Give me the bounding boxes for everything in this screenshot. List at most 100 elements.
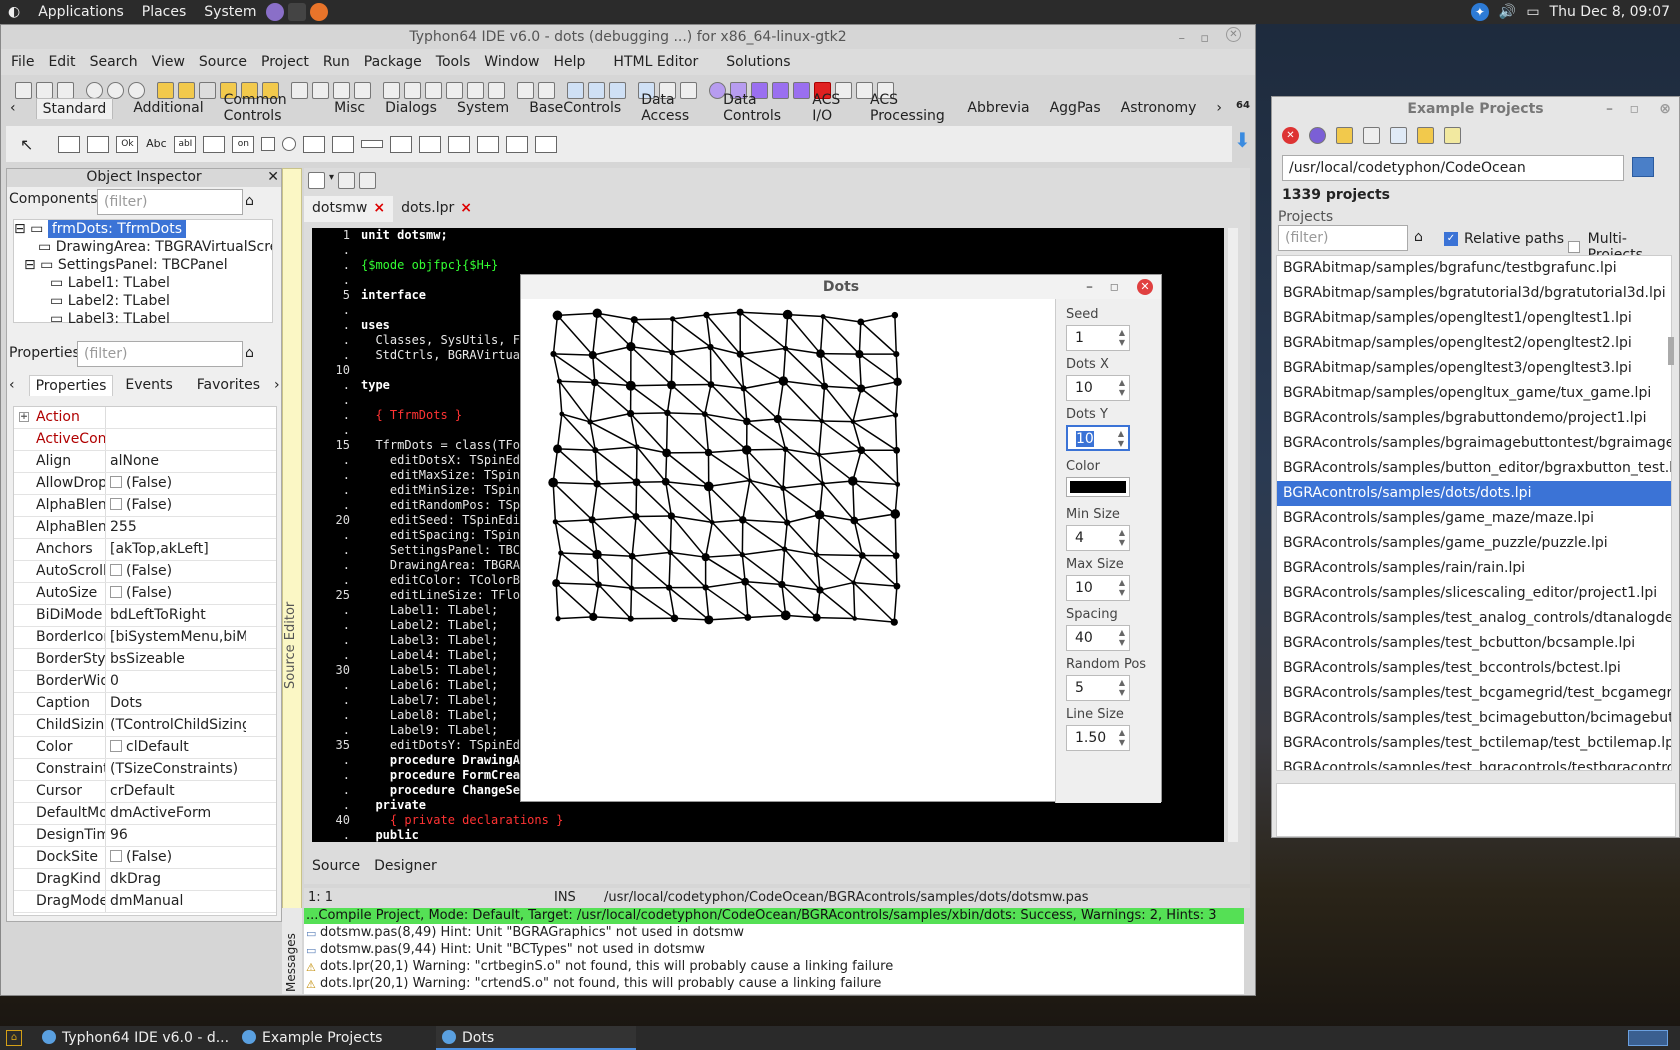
property-row[interactable]: AllowDropFile (False) (14, 473, 276, 495)
palette-tab-acs-processing[interactable]: ACS Processing (870, 92, 947, 124)
tbutton-icon[interactable]: Ok (116, 135, 139, 153)
display-icon[interactable]: ▭ (1526, 4, 1539, 20)
property-value[interactable]: (False) (106, 583, 246, 604)
palette-tab-dialogs[interactable]: Dialogs (385, 100, 437, 116)
project-list-item[interactable]: BGRAcontrols/samples/rain/rain.lpi (1277, 556, 1671, 581)
close-icon[interactable]: ✕ (1137, 279, 1153, 295)
tab-source[interactable]: Source (312, 858, 360, 880)
folder-icon[interactable] (1417, 127, 1434, 144)
project-list-item[interactable]: BGRAcontrols/samples/test_bcimagebutton/… (1277, 706, 1671, 731)
property-value[interactable]: (False) (106, 561, 246, 582)
message-item[interactable]: ⚠ dots.lpr(20,1) Warning: "crtbeginS.o" n… (304, 958, 1244, 975)
project-list-item[interactable]: BGRAcontrols/samples/test_bcbutton/bcsam… (1277, 631, 1671, 656)
checkbox-unchecked-icon[interactable] (110, 740, 122, 752)
property-value[interactable]: bsSizeable (106, 649, 246, 670)
menu-view[interactable]: View (152, 54, 185, 70)
chevron-left-icon[interactable]: ‹ (9, 377, 15, 393)
forward-arrow-icon[interactable] (359, 172, 377, 189)
menu-tools[interactable]: Tools (436, 54, 471, 70)
project-list-item[interactable]: BGRAcontrols/samples/bgrabuttondemo/proj… (1277, 406, 1671, 431)
tradiogroup-icon[interactable] (419, 135, 442, 153)
property-value[interactable]: (False) (106, 847, 246, 868)
workspace-switcher[interactable] (1628, 1030, 1668, 1046)
property-row[interactable]: DragMode dmManual (14, 891, 276, 913)
tcombobox-icon[interactable] (332, 135, 355, 153)
project-list-scrollbar[interactable] (1668, 337, 1674, 365)
property-row[interactable]: DockSite (False) (14, 847, 276, 869)
spin-arrows-icon[interactable]: ▲ ▼ (1119, 678, 1125, 698)
tgroupbox-icon[interactable] (390, 135, 413, 153)
minimize-icon[interactable]: – (1606, 97, 1613, 121)
property-row[interactable]: Align alNone (14, 451, 276, 473)
palette-tab-aggpas[interactable]: AggPas (1050, 100, 1101, 116)
drawing-area[interactable] (521, 299, 1055, 803)
property-row[interactable]: Color clDefault (14, 737, 276, 759)
tcheckbox-icon[interactable] (261, 137, 276, 151)
menu-window[interactable]: Window (484, 54, 539, 70)
property-value[interactable]: (False) (106, 473, 246, 494)
property-value[interactable]: 255 (106, 517, 246, 538)
property-value[interactable]: clDefault (106, 737, 246, 758)
tag-icon[interactable]: ⌂ (1414, 229, 1423, 245)
relative-paths-option[interactable]: ✓ Relative paths (1444, 231, 1564, 247)
taskbar-item-ide[interactable]: Typhon64 IDE v6.0 - d... (36, 1026, 236, 1050)
palette-tab-acs-io[interactable]: ACS I/O (812, 92, 850, 124)
property-row[interactable]: + Anchors [akTop,akLeft] (14, 412, 276, 561)
palette-tab-abbrevia[interactable]: Abbrevia (967, 100, 1029, 116)
palette-tab-common-controls[interactable]: Common Controls (224, 92, 315, 124)
project-list-item[interactable]: BGRAcontrols/samples/test_bccontrols/bct… (1277, 656, 1671, 681)
property-row[interactable]: AlphaBlend (False) (14, 495, 276, 517)
property-row[interactable]: DefaultMonitodmActiveForm (14, 803, 276, 825)
project-list-item[interactable]: BGRAbitmap/samples/opengltux_game/tux_ga… (1277, 381, 1671, 406)
property-row[interactable]: BiDiMode bdLeftToRight (14, 605, 276, 627)
project-list-item[interactable]: BGRAcontrols/samples/test_bcgamegrid/tes… (1277, 681, 1671, 706)
checkbox-unchecked-icon[interactable] (110, 586, 122, 598)
project-list-item[interactable]: BGRAbitmap/samples/opengltest1/opengltes… (1277, 306, 1671, 331)
volume-icon[interactable]: 🔊 (1499, 4, 1516, 20)
taskbar-item-dots[interactable]: Dots (436, 1026, 636, 1050)
property-value[interactable]: dmActiveForm (106, 803, 246, 824)
menu-system[interactable]: System (204, 4, 256, 20)
palette-tab-data-controls[interactable]: Data Controls (723, 92, 792, 124)
tree-item[interactable]: ▭ Label1: TLabel (14, 274, 272, 292)
tag-icon[interactable]: ⌂ (245, 193, 254, 209)
taskbar-item-example-projects[interactable]: Example Projects (236, 1026, 436, 1050)
project-list-item[interactable]: BGRAcontrols/samples/test_analog_control… (1277, 606, 1671, 631)
tpanel-icon[interactable] (477, 135, 500, 153)
checkbox-unchecked-icon[interactable] (110, 564, 122, 576)
source-editor-strip[interactable]: Source Editor (282, 168, 302, 928)
tag-icon[interactable]: ⌂ (245, 345, 254, 361)
property-value[interactable]: 96 (106, 825, 246, 846)
tree-item[interactable]: ⊟ ▭ SettingsPanel: TBCPanel (14, 256, 272, 274)
menu-html-editor[interactable]: HTML Editor (613, 54, 698, 70)
message-item[interactable]: ⚠ dots.lpr(20,1) Warning: "crtendS.o" not… (304, 975, 1244, 992)
property-row[interactable]: Action (14, 407, 276, 429)
dots-x-spin-edit[interactable]: 10 ▲ ▼ (1066, 375, 1130, 401)
property-row[interactable]: + BorderIcons[biSystemMenu,biMin (14, 412, 276, 649)
refresh-icon[interactable] (1309, 127, 1326, 144)
close-icon[interactable]: ✕ (267, 169, 279, 185)
components-filter-input[interactable]: (filter) (97, 189, 243, 215)
project-list-item[interactable]: BGRAbitmap/samples/opengltest3/opengltes… (1277, 356, 1671, 381)
tcheckgroup-icon[interactable] (448, 135, 471, 153)
menu-help[interactable]: Help (554, 54, 586, 70)
menu-places[interactable]: Places (142, 4, 187, 20)
palette-tab-standard[interactable]: Standard (35, 97, 114, 119)
property-row[interactable]: BorderStylebsSizeable (14, 649, 276, 671)
menu-applications[interactable]: Applications (38, 4, 124, 20)
selection-pointer-icon[interactable]: ↖ (20, 135, 33, 154)
tree-item[interactable]: ▭ Label3: TLabel (14, 310, 272, 328)
compile-result[interactable]: ...Compile Project, Mode: Default, Targe… (304, 908, 1244, 924)
spin-arrows-icon[interactable]: ▲ ▼ (1119, 378, 1125, 398)
project-list-item[interactable]: BGRAcontrols/samples/button_editor/bgrax… (1277, 456, 1671, 481)
property-value[interactable]: Dots (106, 693, 246, 714)
minimize-icon[interactable]: – (1086, 275, 1093, 299)
property-row[interactable]: AlphaBlendVa255 (14, 517, 276, 539)
tab-designer[interactable]: Designer (374, 858, 437, 880)
chevron-down-icon[interactable]: ▾ (329, 172, 334, 189)
property-row[interactable]: + Constraints(TSizeConstraints) (14, 412, 276, 781)
accessibility-icon[interactable]: ✦ (1470, 3, 1489, 21)
property-value[interactable]: bdLeftToRight (106, 605, 246, 626)
project-list-item[interactable]: BGRAcontrols/samples/bgraimagebuttontest… (1277, 431, 1671, 456)
spin-arrows-icon[interactable]: ▲ ▼ (1119, 728, 1125, 748)
